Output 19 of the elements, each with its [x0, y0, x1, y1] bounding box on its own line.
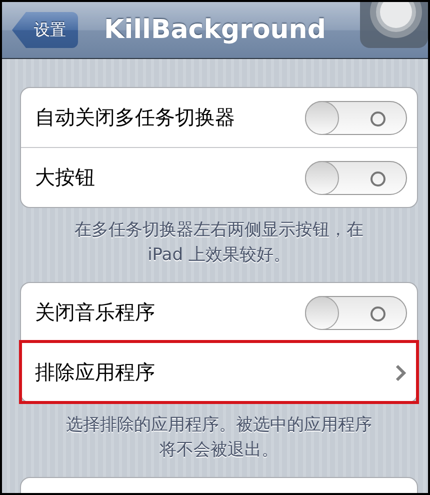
footer-text: iPad 上效果较好。: [148, 244, 290, 267]
floating-button-icon[interactable]: [360, 2, 428, 48]
footer-text: 将不会被退出。: [160, 439, 278, 462]
footer-text: 选择排除的应用程序。被选中的应用程序: [66, 414, 372, 437]
off-symbol-icon: [370, 110, 386, 126]
window-title: KillBackground: [104, 15, 326, 45]
row-label: 排除应用程序: [35, 359, 156, 386]
chevron-icon: [395, 364, 407, 382]
off-symbol-icon: [370, 170, 386, 186]
row-label: 关闭音乐程序: [35, 299, 156, 326]
toggle-switch[interactable]: [305, 296, 407, 330]
row-label: 自动关闭多任务切换器: [35, 104, 236, 131]
off-symbol-icon: [370, 306, 386, 322]
toggle-switch[interactable]: [305, 160, 407, 194]
row-label: 大按钮: [35, 164, 96, 191]
highlighted-row[interactable]: 排除应用程序: [21, 342, 417, 402]
toggle-switch[interactable]: [305, 100, 407, 134]
footer-text: 在多任务切换器左右两侧显示按钮，在: [74, 219, 364, 242]
back-button[interactable]: 设置: [12, 12, 78, 48]
